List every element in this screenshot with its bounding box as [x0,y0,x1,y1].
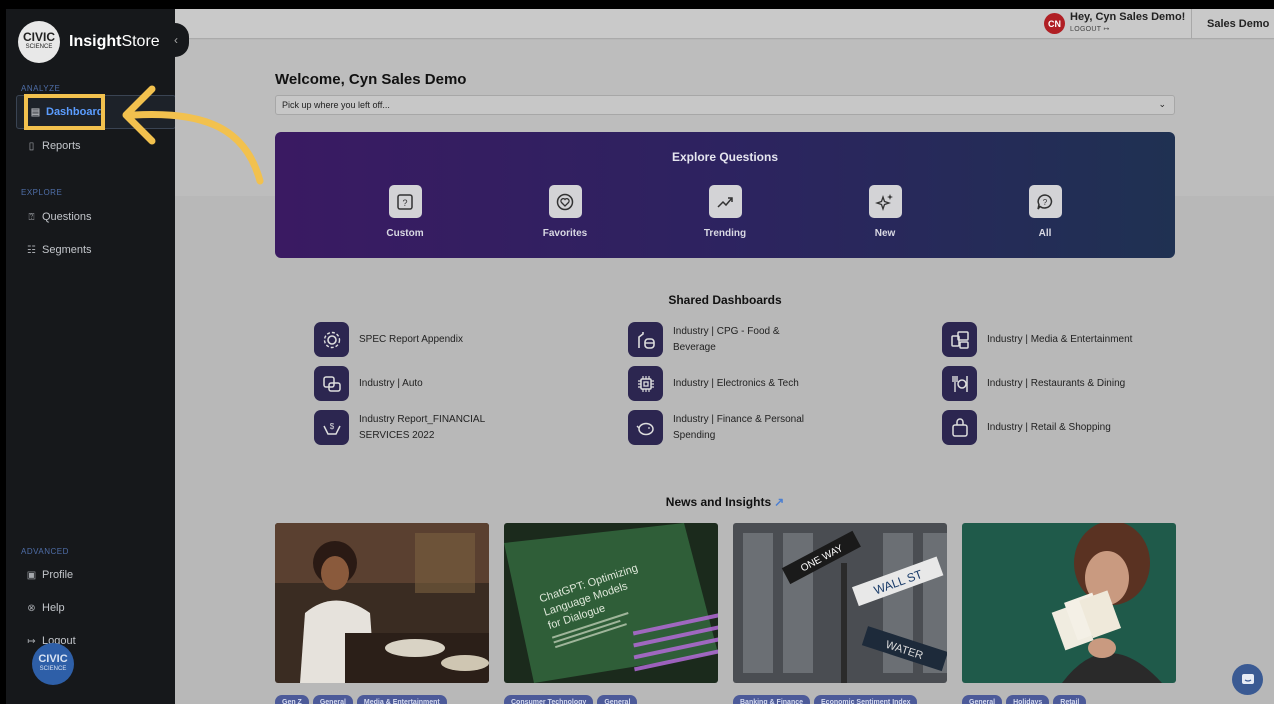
news-card[interactable]: ONE WAY WALL ST WATER [733,523,947,683]
brand-name: InsightStore [69,33,160,50]
logout-link[interactable]: LOGOUT ↦ [1070,25,1110,33]
custom-question-icon: ? [388,185,422,218]
dashboard-link-restaurants[interactable]: Industry | Restaurants & Dining [942,366,1137,401]
tag[interactable]: Economic Sentiment Index [814,695,918,704]
svg-text:$: $ [329,422,334,431]
sidebar-item-label: Questions [42,211,92,223]
chevron-left-icon: ‹ [174,33,178,47]
explore-title: Explore Questions [671,150,779,164]
chat-bubble-icon: ? [1028,185,1062,218]
explore-new[interactable]: New [845,185,925,239]
gear-icon [314,322,349,357]
money-hands-icon: $ [314,410,349,445]
document-icon: ▯ [28,140,35,152]
tag[interactable]: Holidays [1006,695,1050,704]
logo[interactable]: CIVIC SCIENCE InsightStore [18,21,160,63]
shopping-bag-icon [942,410,977,445]
civic-science-bottom-badge[interactable]: CIVIC SCIENCE [32,643,74,685]
explore-favorites[interactable]: Favorites [525,185,605,239]
news-card[interactable] [962,523,1176,683]
avatar[interactable]: CN [1044,13,1065,34]
sidebar-item-reports[interactable]: ▯ Reports [26,140,81,152]
news-card[interactable] [275,523,489,683]
chevron-down-icon: ⌄ [1158,99,1166,109]
sidebar-item-label: Profile [42,569,74,581]
section-label-advanced: ADVANCED [21,547,69,556]
sparkle-icon [868,185,902,218]
help-icon: ⊗ [27,602,36,614]
sidebar-item-help[interactable]: ⊗ Help [26,602,65,614]
sidebar-item-label: Help [42,602,65,614]
chat-icon [1241,673,1254,684]
app-window: CIVIC SCIENCE InsightStore ANALYZE ▤ Das… [6,9,1274,704]
dashboard-link-cpg[interactable]: Industry | CPG - Food & Beverage [628,322,823,357]
woman-eating-photo [275,523,489,683]
wall-street-sign-photo: ONE WAY WALL ST WATER [733,523,947,683]
dashboard-link-auto[interactable]: Industry | Auto [314,366,509,401]
recent-items-select[interactable]: Pick up where you left off... ⌄ [275,95,1175,115]
news-and-insights-title[interactable]: News and Insights ↗ [175,495,1274,509]
highlight-box [24,94,105,130]
svg-text:?: ? [1043,198,1048,207]
dashboard-link-retail[interactable]: Industry | Retail & Shopping [942,410,1137,445]
food-icon [628,322,663,357]
main-content: Welcome, Cyn Sales Demo Pick up where yo… [175,40,1274,704]
profile-icon: ▣ [26,569,37,581]
section-label-explore: EXPLORE [21,188,63,197]
chat-launcher-button[interactable] [1232,664,1263,695]
tag[interactable]: Gen Z [275,695,309,704]
logout-icon: ↦ [27,635,36,647]
dashboard-link-finance[interactable]: Industry | Finance & Personal Spending [628,410,823,445]
sidebar-item-profile[interactable]: ▣ Profile [26,569,73,581]
card-tags: Banking & Finance Economic Sentiment Ind… [733,695,918,704]
segments-icon: ☷ [27,244,36,256]
shared-dashboards-title: Shared Dashboards [668,293,782,307]
chip-icon [628,366,663,401]
media-icon [942,322,977,357]
external-link-icon: ↗ [774,495,785,509]
top-bar: CN Hey, Cyn Sales Demo! LOGOUT ↦ Sales D… [175,9,1274,39]
car-icon [314,366,349,401]
question-icon: ⍰ [28,211,35,223]
sidebar-item-label: Segments [42,244,92,256]
explore-all[interactable]: ? All [1005,185,1085,239]
news-card[interactable]: ChatGPT: Optimizing Language Models for … [504,523,718,683]
user-greeting: Hey, Cyn Sales Demo! [1070,11,1186,23]
trending-icon [708,185,742,218]
explore-trending[interactable]: Trending [685,185,765,239]
page-title: Welcome, Cyn Sales Demo [275,71,467,88]
dashboard-link-electronics[interactable]: Industry | Electronics & Tech [628,366,823,401]
tag[interactable]: Banking & Finance [733,695,811,704]
civic-science-badge: CIVIC SCIENCE [18,21,60,63]
sidebar-item-segments[interactable]: ☷ Segments [26,244,92,256]
sidebar-item-questions[interactable]: ⍰ Questions [26,211,92,223]
dining-icon [942,366,977,401]
sidebar: CIVIC SCIENCE InsightStore ANALYZE ▤ Das… [6,9,176,704]
tag[interactable]: General [312,695,353,704]
tag[interactable]: Retail [1053,695,1087,704]
dashboard-link-spec-report[interactable]: SPEC Report Appendix [314,322,509,357]
sidebar-item-label: Reports [42,140,81,152]
card-tags: General Holidays Retail [962,695,1087,704]
dashboard-link-financial-services[interactable]: $ Industry Report_FINANCIAL SERVICES 202… [314,410,509,445]
dashboard-link-media[interactable]: Industry | Media & Entertainment [942,322,1137,357]
heart-icon [548,185,582,218]
woman-holding-cards-photo [962,523,1176,683]
divider [1191,9,1192,39]
org-switcher[interactable]: Sales Demo [1207,18,1269,30]
card-tags: Gen Z General Media & Entertainment [275,695,447,704]
explore-questions-panel: Explore Questions ? Custom Favorites Tre… [275,132,1175,258]
logout-icon: ↦ [1103,26,1110,33]
tag[interactable]: General [962,695,1003,704]
tag[interactable]: Media & Entertainment [356,695,447,704]
chatgpt-screen-photo: ChatGPT: Optimizing Language Models for … [504,523,718,683]
svg-text:?: ? [402,198,407,208]
tag[interactable]: General [597,695,638,704]
piggy-bank-icon [628,410,663,445]
card-tags: Consumer Technology General [504,695,638,704]
tag[interactable]: Consumer Technology [504,695,594,704]
explore-custom[interactable]: ? Custom [365,185,445,239]
section-label-analyze: ANALYZE [21,84,61,93]
collapse-sidebar-button[interactable]: ‹ [163,23,189,57]
